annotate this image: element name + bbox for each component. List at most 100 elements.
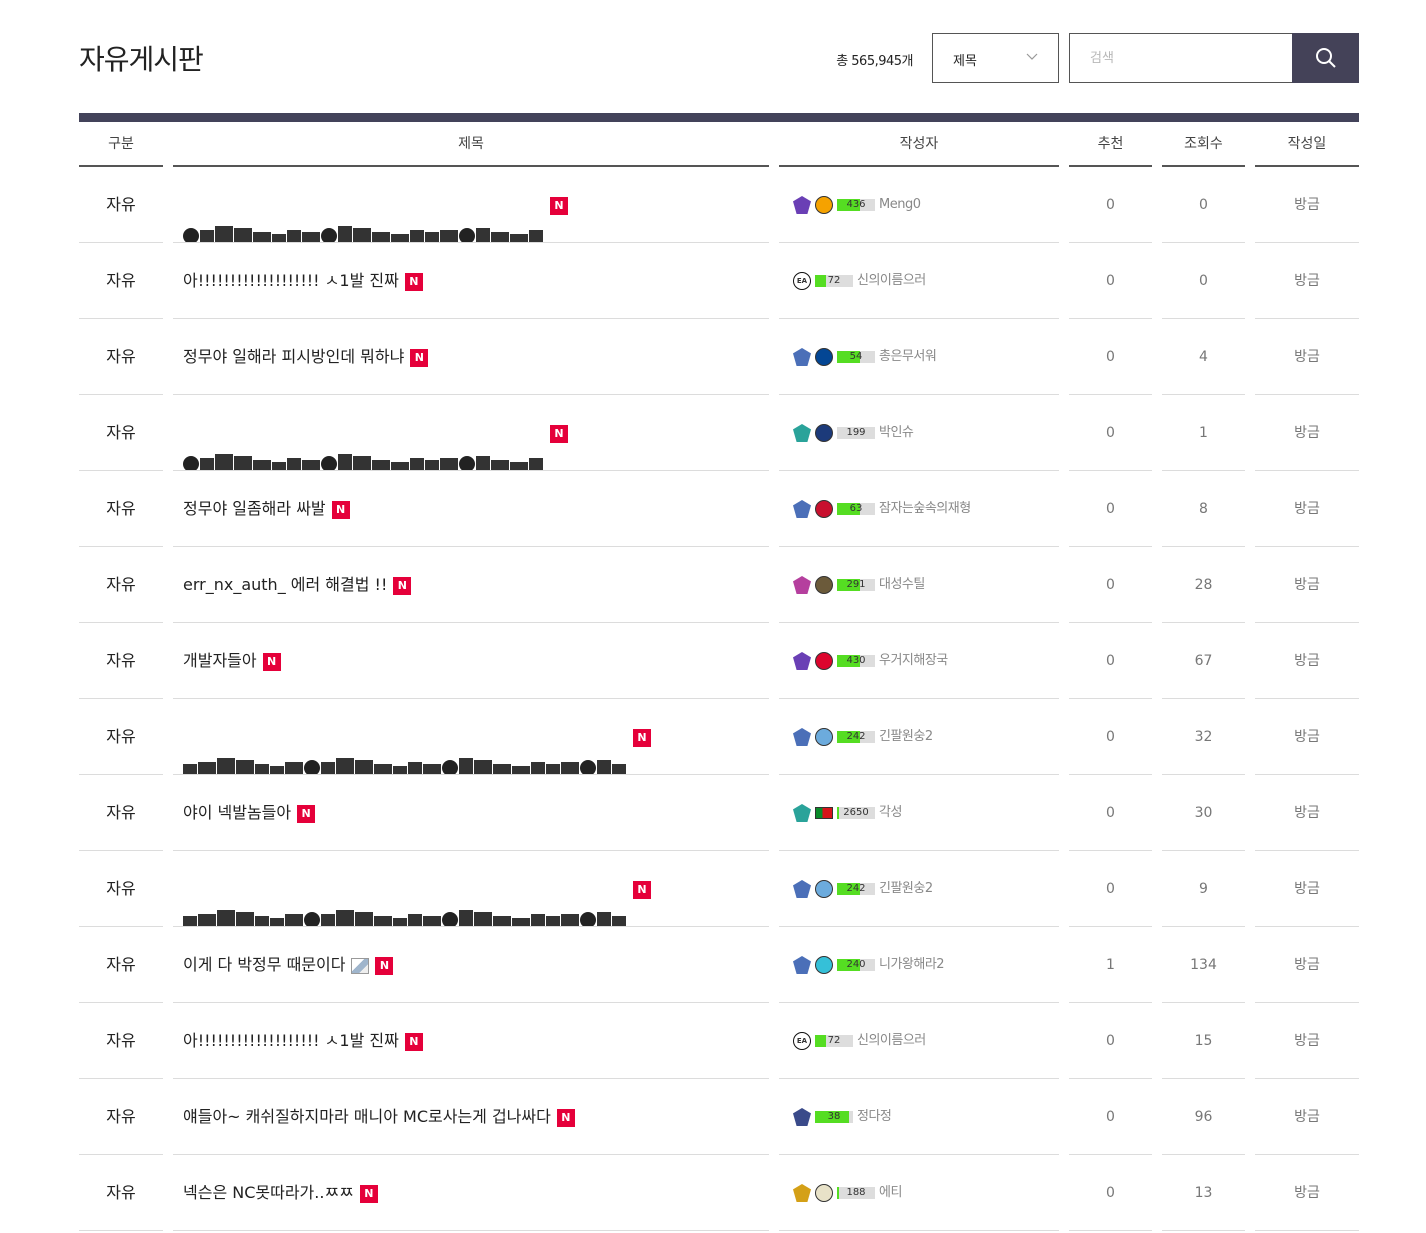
view-count: 28 <box>1162 547 1245 623</box>
author-info: 436 Meng0 <box>793 167 921 242</box>
search-input[interactable] <box>1069 33 1293 83</box>
table-row[interactable]: 자유 아!!!!!!!!!!!!!!!!!!! ㅅ1발 진짜 N EA 72 신의이름으러… <box>79 243 1359 319</box>
table-row[interactable]: 자유 N 242 긴팔원숭2 0 9 방금 <box>79 851 1359 927</box>
author-nickname[interactable]: Meng0 <box>879 167 921 242</box>
table-row[interactable]: 자유 N 199 박인슈 0 1 방금 <box>79 395 1359 471</box>
post-title-link[interactable] <box>183 195 544 242</box>
post-author-cell[interactable]: 242 긴팔원숭2 <box>779 699 1059 775</box>
author-nickname[interactable]: 긴팔원숭2 <box>879 851 933 926</box>
col-header-author: 작성자 <box>779 122 1059 167</box>
author-nickname[interactable]: 정다정 <box>857 1079 892 1154</box>
post-title-link[interactable]: 개발자들아 <box>183 651 257 670</box>
post-title-link[interactable] <box>183 879 627 926</box>
author-info: EA 72 신의이름으러 <box>793 1003 926 1078</box>
page-title: 자유게시판 <box>79 43 204 76</box>
new-badge: N <box>404 1032 423 1051</box>
table-row[interactable]: 자유 야이 넥발놈들아 N 2650 각성 0 30 방금 <box>79 775 1359 851</box>
post-author-cell[interactable]: 242 긴팔원숭2 <box>779 851 1059 927</box>
author-info: EA 72 신의이름으러 <box>793 243 926 318</box>
post-author-cell[interactable]: 430 우거지해장국 <box>779 623 1059 699</box>
author-nickname[interactable]: 박인슈 <box>879 395 914 470</box>
post-date: 방금 <box>1255 167 1359 243</box>
post-author-cell[interactable]: EA 72 신의이름으러 <box>779 243 1059 319</box>
table-row[interactable]: 자유 N 242 긴팔원숭2 0 32 방금 <box>79 699 1359 775</box>
level-number: 199 <box>846 427 866 438</box>
author-nickname[interactable]: 긴팔원숭2 <box>879 699 933 774</box>
post-title: 넥슨은 NC못따라가..ㅉㅉ <box>183 1183 354 1202</box>
post-author-cell[interactable]: EA 72 신의이름으러 <box>779 1003 1059 1079</box>
author-nickname[interactable]: 니가왕해라2 <box>879 927 945 1002</box>
recommend-count: 0 <box>1069 851 1152 927</box>
author-info: 430 우거지해장국 <box>793 623 948 698</box>
post-author-cell[interactable]: 240 니가왕해라2 <box>779 927 1059 1003</box>
post-title-link[interactable] <box>183 423 544 470</box>
author-info: 54 총은무서워 <box>793 319 937 394</box>
search-type-value: 제목 <box>953 54 977 69</box>
post-title-cell: 개발자들아 N <box>173 623 769 699</box>
post-title: 아!!!!!!!!!!!!!!!!!!! ㅅ1발 진짜 <box>183 271 399 290</box>
level-bar: 63 <box>837 503 875 515</box>
redacted-title <box>183 852 627 926</box>
level-number: 242 <box>846 731 866 742</box>
table-row[interactable]: 자유 err_nx_auth_ 에러 해결법 !! N 291 대성수틸 0 28 방금 <box>79 547 1359 623</box>
new-badge: N <box>556 1108 575 1127</box>
author-nickname[interactable]: 우거지해장국 <box>879 623 948 698</box>
search-type-select[interactable]: 제목 <box>932 33 1059 83</box>
level-bar-fill <box>837 807 839 819</box>
post-author-cell[interactable]: 291 대성수틸 <box>779 547 1059 623</box>
post-title-link[interactable]: err_nx_auth_ 에러 해결법 !! <box>183 575 387 594</box>
galatasaray-crest-icon <box>815 576 833 594</box>
post-title-link[interactable]: 정무야 일좀해라 싸발 <box>183 499 326 518</box>
post-author-cell[interactable]: 38 정다정 <box>779 1079 1059 1155</box>
rank-blue-icon <box>793 880 811 898</box>
table-row[interactable]: 자유 이게 다 박정무 때문이다 N 240 니가왕해라2 1 134 방금 <box>79 927 1359 1003</box>
post-title-link[interactable]: 이게 다 박정무 때문이다 <box>183 955 345 974</box>
new-badge: N <box>297 804 316 823</box>
table-row[interactable]: 자유 넥슨은 NC못따라가..ㅉㅉ N 188 에티 0 13 방금 <box>79 1155 1359 1231</box>
mancity-crest-icon <box>815 880 833 898</box>
level-bar: 72 <box>815 1035 853 1047</box>
post-author-cell[interactable]: 436 Meng0 <box>779 167 1059 243</box>
author-info: 63 잠자는숲속의재형 <box>793 471 971 546</box>
level-number: 38 <box>827 1111 841 1122</box>
recommend-count: 0 <box>1069 471 1152 547</box>
table-row[interactable]: 자유 정무야 일좀해라 싸발 N 63 잠자는숲속의재형 0 8 방금 <box>79 471 1359 547</box>
post-date: 방금 <box>1255 319 1359 395</box>
search-button[interactable] <box>1292 33 1359 83</box>
post-title-link[interactable]: 넥슨은 NC못따라가..ㅉㅉ <box>183 1183 354 1202</box>
post-author-cell[interactable]: 63 잠자는숲속의재형 <box>779 471 1059 547</box>
chelsea-crest-icon <box>815 348 833 366</box>
post-title-link[interactable]: 야이 넥발놈들아 <box>183 803 291 822</box>
author-nickname[interactable]: 신의이름으러 <box>857 243 926 318</box>
table-row[interactable]: 자유 얘들아~ 캐쉬질하지마라 매니아 MC로사는게 겁나싸다 N 38 정다정 0 96 방… <box>79 1079 1359 1155</box>
post-title-link[interactable]: 얘들아~ 캐쉬질하지마라 매니아 MC로사는게 겁나싸다 <box>183 1107 551 1126</box>
post-title-link[interactable] <box>183 727 627 774</box>
post-author-cell[interactable]: 2650 각성 <box>779 775 1059 851</box>
post-title-link[interactable]: 정무야 일해라 피시방인데 뭐하냐 <box>183 347 404 366</box>
post-title-link[interactable]: 아!!!!!!!!!!!!!!!!!!! ㅅ1발 진짜 <box>183 1031 399 1050</box>
author-nickname[interactable]: 신의이름으러 <box>857 1003 926 1078</box>
post-author-cell[interactable]: 188 에티 <box>779 1155 1059 1231</box>
author-nickname[interactable]: 잠자는숲속의재형 <box>879 471 971 546</box>
author-nickname[interactable]: 총은무서워 <box>879 319 937 394</box>
post-category: 자유 <box>79 927 163 1003</box>
post-author-cell[interactable]: 54 총은무서워 <box>779 319 1059 395</box>
mancity-crest-icon <box>815 728 833 746</box>
redacted-title <box>183 168 544 242</box>
author-nickname[interactable]: 에티 <box>879 1155 902 1230</box>
post-date: 방금 <box>1255 775 1359 851</box>
level-bar: 436 <box>837 199 875 211</box>
post-date: 방금 <box>1255 851 1359 927</box>
author-nickname[interactable]: 각성 <box>879 775 902 850</box>
recommend-count: 0 <box>1069 623 1152 699</box>
table-row[interactable]: 자유 N 436 Meng0 0 0 방금 <box>79 167 1359 243</box>
table-row[interactable]: 자유 정무야 일해라 피시방인데 뭐하냐 N 54 총은무서워 0 4 방금 <box>79 319 1359 395</box>
post-author-cell[interactable]: 199 박인슈 <box>779 395 1059 471</box>
psg-crest-icon <box>815 424 833 442</box>
level-bar: 188 <box>837 1187 875 1199</box>
view-count: 8 <box>1162 471 1245 547</box>
author-nickname[interactable]: 대성수틸 <box>879 547 925 622</box>
post-title-link[interactable]: 아!!!!!!!!!!!!!!!!!!! ㅅ1발 진짜 <box>183 271 399 290</box>
table-row[interactable]: 자유 개발자들아 N 430 우거지해장국 0 67 방금 <box>79 623 1359 699</box>
table-row[interactable]: 자유 아!!!!!!!!!!!!!!!!!!! ㅅ1발 진짜 N EA 72 신의이름으러… <box>79 1003 1359 1079</box>
